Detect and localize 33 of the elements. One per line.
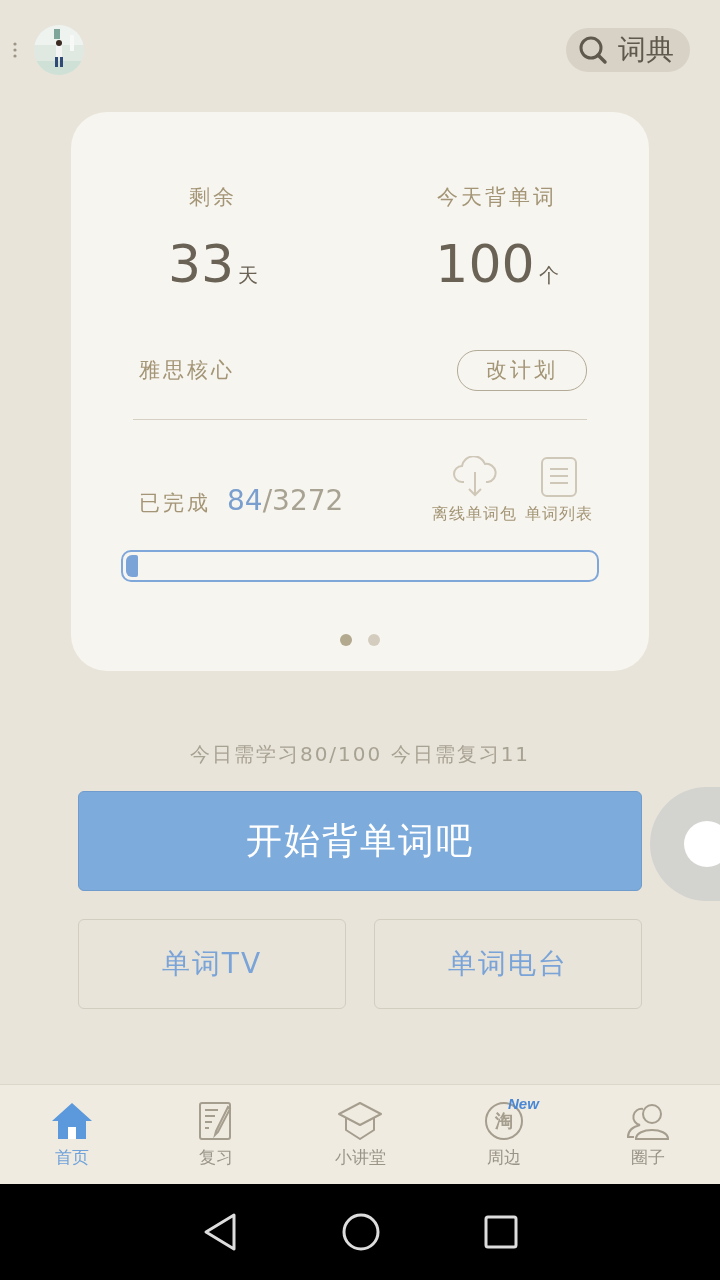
change-plan-button[interactable]: 改计划 xyxy=(457,349,587,391)
completed-count: 84 xyxy=(227,484,263,517)
today-summary: 今日需学习80/100 今日需复习11 xyxy=(188,741,532,768)
back-icon[interactable] xyxy=(202,1212,238,1252)
home-icon xyxy=(50,1100,94,1141)
total-count: /3272 xyxy=(262,484,344,517)
cloud-download-icon xyxy=(451,456,498,498)
completed-label: 已完成 xyxy=(139,490,211,517)
tab[interactable]: 圈子 xyxy=(576,1085,720,1184)
edit-note-icon xyxy=(198,1100,234,1141)
start-button[interactable]: 开始背单词吧 xyxy=(78,791,642,891)
recents-icon[interactable] xyxy=(484,1215,518,1249)
action-label[interactable]: 单词列表 xyxy=(525,502,593,526)
feature-button[interactable]: 单词TV xyxy=(78,919,346,1009)
remaining-days: 33 xyxy=(167,237,235,290)
tab[interactable]: 小讲堂 xyxy=(288,1085,432,1184)
action-label[interactable]: 离线单词包 xyxy=(432,502,517,526)
new-label: New xyxy=(508,1094,539,1112)
graduation-cap-icon xyxy=(337,1100,383,1141)
words-unit: 个 xyxy=(538,261,559,289)
feature-button[interactable]: 单词电台 xyxy=(374,919,642,1009)
tab[interactable]: 复习 xyxy=(144,1085,288,1184)
word-book-name: 雅思核心 xyxy=(139,356,235,384)
today-words: 100 xyxy=(435,237,535,290)
days-unit: 天 xyxy=(238,261,259,289)
remaining-label: 剩余 xyxy=(189,184,237,211)
home-icon[interactable] xyxy=(342,1213,380,1251)
tab[interactable]: 首页 xyxy=(0,1085,144,1184)
list-icon xyxy=(540,456,578,498)
today-label: 今天背单词 xyxy=(437,184,557,211)
search-icon xyxy=(578,35,608,65)
dictionary-button[interactable]: 词典 xyxy=(566,28,690,72)
tab[interactable]: New 淘 周边 xyxy=(432,1085,576,1184)
